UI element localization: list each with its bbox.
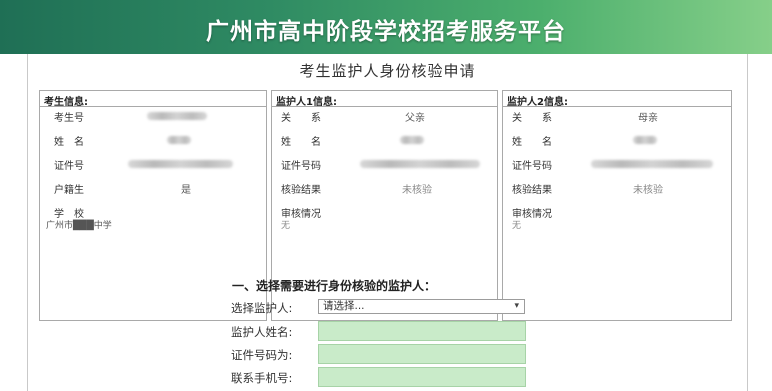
student-id-value-redacted	[128, 160, 233, 168]
guardian-name-input[interactable]	[318, 321, 526, 341]
student-name-label: 姓 名	[54, 137, 84, 148]
student-number-value-redacted	[147, 112, 207, 120]
student-name-value-redacted	[167, 136, 191, 144]
guardian2-review-value: 无	[512, 221, 522, 231]
student-number-label: 考生号	[54, 113, 84, 124]
guardian1-id-label: 证件号码	[281, 161, 321, 172]
chevron-down-icon: ▾	[514, 301, 519, 311]
guardian2-name-value-redacted	[633, 136, 657, 144]
guardian1-verify-label: 核验结果	[281, 185, 321, 196]
select-guardian-value: 请选择...	[323, 300, 365, 312]
guardian1-review-value: 无	[281, 221, 291, 231]
household-label: 户籍生	[54, 185, 84, 196]
guardian-name-label: 监护人姓名:	[231, 325, 293, 339]
phone-number-label: 联系手机号:	[231, 371, 293, 385]
platform-title: 广州市高中阶段学校招考服务平台	[206, 19, 566, 45]
guardian1-verify-value: 未核验	[402, 185, 432, 196]
school-value: 广州市███中学	[46, 221, 112, 231]
panel-divider	[40, 106, 266, 107]
guardian2-name-label: 姓 名	[512, 137, 552, 148]
select-guardian-dropdown[interactable]: 请选择... ▾	[318, 299, 525, 314]
main-content: 考生监护人身份核验申请 考生信息: 考生号 姓 名 证件号 户籍生 是 学 校 …	[27, 54, 748, 391]
guardian1-name-value-redacted	[400, 136, 424, 144]
guardian2-id-value-redacted	[591, 160, 713, 168]
guardian2-verify-value: 未核验	[633, 185, 663, 196]
guardian1-id-value-redacted	[360, 160, 480, 168]
guardian2-relation-value: 母亲	[638, 113, 658, 124]
panel-divider	[272, 106, 497, 107]
panel-divider	[503, 106, 731, 107]
student-id-label: 证件号	[54, 161, 84, 172]
select-guardian-section-title: 一、选择需要进行身份核验的监护人：	[232, 279, 437, 293]
household-value: 是	[181, 185, 191, 196]
page-title: 考生监护人身份核验申请	[299, 62, 476, 80]
guardian1-name-label: 姓 名	[281, 137, 321, 148]
guardian1-relation-value: 父亲	[405, 113, 425, 124]
guardian2-relation-label: 关 系	[512, 113, 552, 124]
id-number-input[interactable]	[318, 344, 526, 364]
id-number-label: 证件号码为:	[231, 348, 293, 362]
guardian1-relation-label: 关 系	[281, 113, 321, 124]
guardian2-info-panel: 监护人2信息: 关 系 母亲 姓 名 证件号码 核验结果 未核验 审核情况 无	[502, 90, 732, 321]
select-guardian-label: 选择监护人:	[231, 301, 293, 315]
guardian2-verify-label: 核验结果	[512, 185, 552, 196]
header-banner: 广州市高中阶段学校招考服务平台	[0, 0, 772, 54]
phone-number-input[interactable]	[318, 367, 526, 387]
guardian2-id-label: 证件号码	[512, 161, 552, 172]
